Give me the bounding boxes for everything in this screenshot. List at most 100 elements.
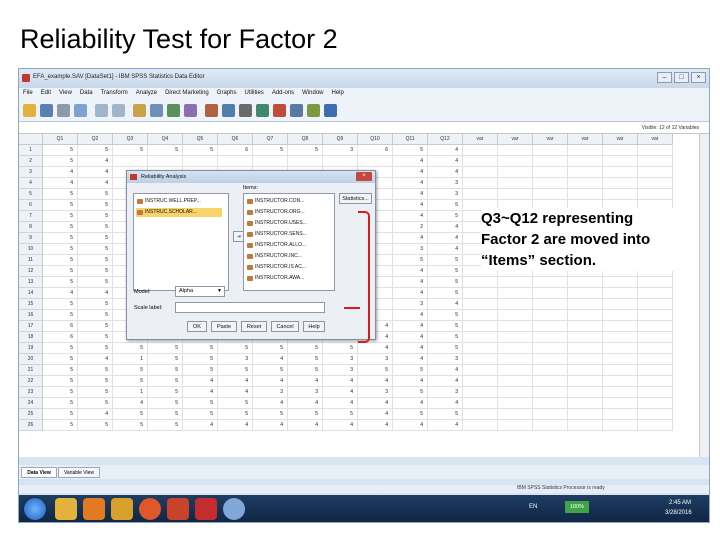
grid-cell[interactable]: 5 <box>323 343 358 354</box>
grid-cell[interactable]: 6 <box>43 321 78 332</box>
grid-cell[interactable]: 3 <box>428 189 463 200</box>
grid-cell[interactable]: 5 <box>288 145 323 156</box>
redo-icon[interactable] <box>112 104 125 117</box>
grid-cell[interactable]: 4 <box>78 354 113 365</box>
grid-cell[interactable]: 5 <box>393 255 428 266</box>
grid-cell[interactable]: 5 <box>393 387 428 398</box>
grid-cell[interactable]: 5 <box>78 189 113 200</box>
column-header[interactable]: Q5 <box>183 134 218 145</box>
row-number[interactable]: 11 <box>19 255 43 266</box>
grid-cell[interactable]: 5 <box>43 211 78 222</box>
grid-cell[interactable]: 4 <box>113 398 148 409</box>
grid-cell[interactable]: 5 <box>113 145 148 156</box>
media-player-icon[interactable] <box>83 498 105 520</box>
grid-cell[interactable]: 4 <box>428 244 463 255</box>
grid-cell[interactable]: 5 <box>183 354 218 365</box>
grid-cell[interactable] <box>638 145 673 156</box>
grid-cell[interactable]: 3 <box>393 299 428 310</box>
print-icon[interactable] <box>57 104 70 117</box>
spelling-icon[interactable] <box>324 104 337 117</box>
grid-cell[interactable]: 4 <box>358 409 393 420</box>
grid-cell[interactable]: 5 <box>43 156 78 167</box>
grid-cell[interactable]: 5 <box>43 409 78 420</box>
grid-cell[interactable] <box>568 288 603 299</box>
column-header[interactable]: Q10 <box>358 134 393 145</box>
grid-cell[interactable]: 4 <box>183 387 218 398</box>
grid-cell[interactable]: 5 <box>43 398 78 409</box>
grid-cell[interactable] <box>533 178 568 189</box>
grid-cell[interactable] <box>603 332 638 343</box>
grid-cell[interactable]: 5 <box>428 288 463 299</box>
open-icon[interactable] <box>23 104 36 117</box>
grid-cell[interactable]: 5 <box>43 145 78 156</box>
grid-cell[interactable]: 4 <box>218 387 253 398</box>
row-number[interactable]: 26 <box>19 420 43 431</box>
grid-cell[interactable]: 4 <box>43 178 78 189</box>
grid-cell[interactable] <box>603 310 638 321</box>
cancel-button[interactable]: Cancel <box>271 321 299 332</box>
grid-cell[interactable]: 4 <box>393 233 428 244</box>
grid-cell[interactable]: 5 <box>43 233 78 244</box>
grid-cell[interactable] <box>568 310 603 321</box>
grid-cell[interactable]: 4 <box>393 354 428 365</box>
grid-cell[interactable] <box>568 332 603 343</box>
grid-cell[interactable]: 4 <box>428 398 463 409</box>
grid-cell[interactable]: 5 <box>78 277 113 288</box>
grid-cell[interactable]: 4 <box>428 365 463 376</box>
grid-cell[interactable] <box>183 156 218 167</box>
grid-cell[interactable]: 4 <box>253 354 288 365</box>
grid-cell[interactable]: 4 <box>358 343 393 354</box>
grid-cell[interactable]: 5 <box>43 299 78 310</box>
grid-cell[interactable] <box>603 189 638 200</box>
grid-cell[interactable]: 4 <box>78 288 113 299</box>
grid-cell[interactable]: 5 <box>183 365 218 376</box>
grid-cell[interactable] <box>638 277 673 288</box>
insert-variable-icon[interactable] <box>222 104 235 117</box>
goto-variable-icon[interactable] <box>150 104 163 117</box>
grid-cell[interactable]: 1 <box>113 354 148 365</box>
grid-cell[interactable] <box>568 277 603 288</box>
grid-cell[interactable]: 4 <box>323 398 358 409</box>
grid-cell[interactable]: 5 <box>78 299 113 310</box>
grid-cell[interactable] <box>463 299 498 310</box>
grid-cell[interactable] <box>638 343 673 354</box>
grid-cell[interactable] <box>603 365 638 376</box>
grid-cell[interactable] <box>533 299 568 310</box>
grid-cell[interactable]: 4 <box>393 332 428 343</box>
row-number[interactable]: 21 <box>19 365 43 376</box>
grid-cell[interactable]: 5 <box>78 222 113 233</box>
grid-cell[interactable] <box>148 156 183 167</box>
grid-cell[interactable]: 5 <box>78 387 113 398</box>
row-number[interactable]: 24 <box>19 398 43 409</box>
vertical-scrollbar[interactable] <box>699 134 709 457</box>
grid-cell[interactable] <box>638 156 673 167</box>
grid-cell[interactable]: 3 <box>428 178 463 189</box>
variable-list-item[interactable]: INSTRUCTOR.ORG... <box>246 208 332 217</box>
grid-cell[interactable] <box>603 277 638 288</box>
grid-cell[interactable] <box>463 332 498 343</box>
grid-cell[interactable]: 4 <box>253 420 288 431</box>
grid-cell[interactable]: 4 <box>428 420 463 431</box>
grid-cell[interactable]: 5 <box>288 343 323 354</box>
grid-cell[interactable]: 5 <box>148 343 183 354</box>
row-number[interactable]: 18 <box>19 332 43 343</box>
scale-label-input[interactable] <box>175 302 325 313</box>
grid-cell[interactable] <box>533 420 568 431</box>
model-select[interactable]: Alpha ▼ <box>175 286 225 297</box>
grid-cell[interactable]: 5 <box>43 387 78 398</box>
grid-cell[interactable] <box>463 277 498 288</box>
maximize-button[interactable]: □ <box>674 72 689 83</box>
grid-cell[interactable] <box>463 156 498 167</box>
grid-cell[interactable]: 5 <box>253 343 288 354</box>
column-header[interactable]: Q11 <box>393 134 428 145</box>
undo-icon[interactable] <box>95 104 108 117</box>
grid-cell[interactable] <box>638 178 673 189</box>
grid-cell[interactable]: 4 <box>393 156 428 167</box>
grid-cell[interactable]: 5 <box>43 244 78 255</box>
grid-cell[interactable]: 5 <box>428 277 463 288</box>
menu-data[interactable]: Data <box>80 90 93 96</box>
menu-file[interactable]: File <box>23 90 33 96</box>
grid-cell[interactable]: 3 <box>288 387 323 398</box>
column-header[interactable]: Q3 <box>113 134 148 145</box>
grid-cell[interactable]: 4 <box>323 387 358 398</box>
